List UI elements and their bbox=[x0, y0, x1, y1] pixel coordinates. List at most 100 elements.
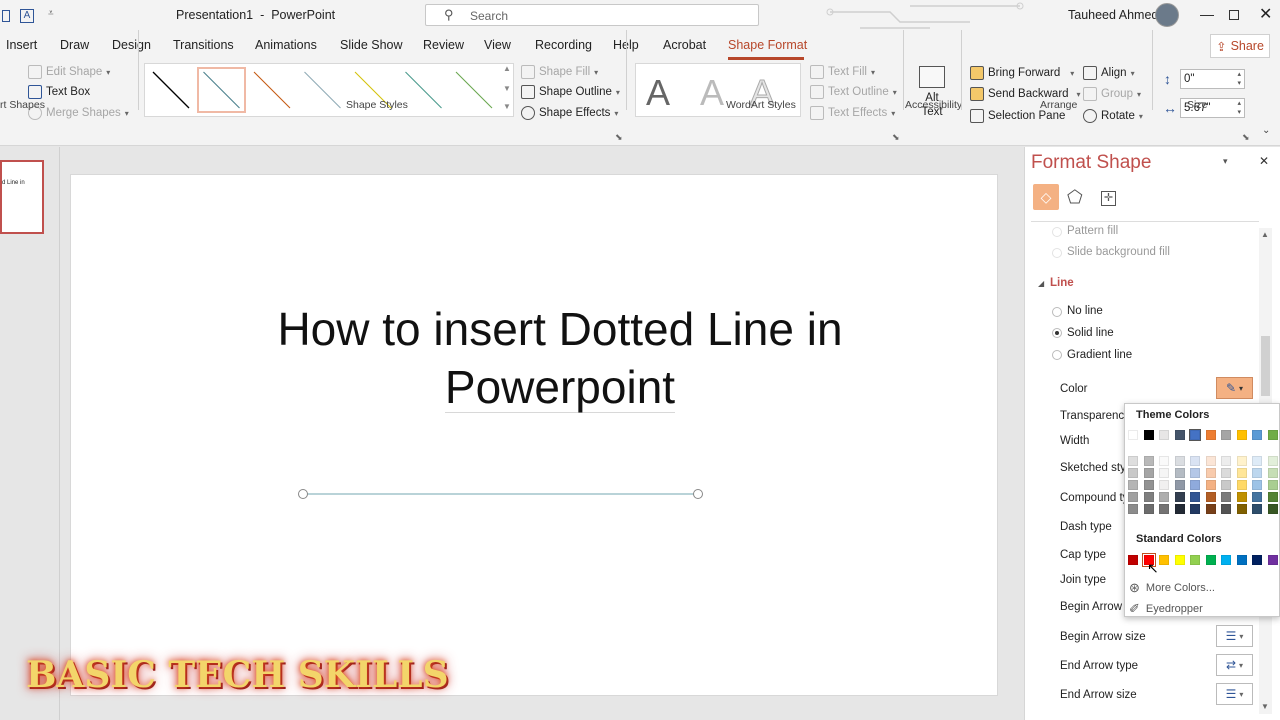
theme-color-swatch[interactable] bbox=[1159, 430, 1169, 440]
group-button[interactable]: Group ▾ bbox=[1083, 87, 1141, 101]
theme-color-swatch[interactable] bbox=[1159, 504, 1169, 514]
theme-color-swatch[interactable] bbox=[1252, 504, 1262, 514]
scroll-thumb[interactable] bbox=[1261, 336, 1270, 396]
line-start-handle[interactable] bbox=[298, 489, 308, 499]
tab-draw[interactable]: Draw bbox=[60, 38, 89, 52]
theme-color-swatch[interactable] bbox=[1205, 504, 1216, 514]
scroll-down-arrow[interactable]: ▼ bbox=[1261, 702, 1269, 711]
gallery-scroll-up[interactable]: ▲ bbox=[503, 64, 511, 73]
theme-color-swatch[interactable] bbox=[1128, 456, 1138, 466]
slide-background-fill-radio[interactable] bbox=[1052, 248, 1062, 258]
line-section-chevron-icon[interactable]: ◢ bbox=[1038, 279, 1044, 288]
theme-color-swatch[interactable] bbox=[1221, 456, 1231, 466]
theme-color-swatch[interactable] bbox=[1128, 468, 1138, 478]
collapse-ribbon-icon[interactable]: ⌄ bbox=[1262, 125, 1270, 136]
tab-insert[interactable]: Insert bbox=[6, 38, 37, 52]
selected-line-shape[interactable] bbox=[303, 493, 699, 495]
more-colors-item[interactable]: ⊛ More Colors... bbox=[1129, 580, 1215, 596]
theme-color-swatch[interactable] bbox=[1267, 480, 1278, 490]
wordart-style-2[interactable]: A bbox=[700, 72, 724, 114]
tab-slide-show[interactable]: Slide Show bbox=[340, 38, 403, 52]
standard-color-swatch[interactable] bbox=[1159, 555, 1169, 565]
layout-icon[interactable] bbox=[2, 10, 10, 22]
theme-color-swatch[interactable] bbox=[1267, 430, 1278, 440]
tab-transitions[interactable]: Transitions bbox=[173, 38, 234, 52]
theme-color-swatch[interactable] bbox=[1205, 456, 1216, 466]
edit-shape-button[interactable]: Edit Shape ▾ bbox=[28, 65, 110, 79]
avatar[interactable] bbox=[1155, 3, 1179, 27]
pane-close-icon[interactable]: ✕ bbox=[1259, 154, 1269, 168]
slide-canvas[interactable] bbox=[70, 174, 998, 696]
shape-effects-button[interactable]: Shape Effects ▾ bbox=[521, 106, 618, 120]
no-line-radio[interactable] bbox=[1052, 307, 1062, 317]
begin-arrow-size-dropdown[interactable]: ☰ ▾ bbox=[1216, 625, 1253, 647]
size-properties-tab-icon[interactable]: ✛ bbox=[1101, 191, 1116, 206]
theme-color-swatch[interactable] bbox=[1252, 480, 1262, 490]
shape-styles-launcher-icon[interactable]: ⬊ bbox=[615, 132, 623, 143]
theme-color-swatch[interactable] bbox=[1128, 430, 1138, 440]
theme-color-swatch[interactable] bbox=[1267, 456, 1278, 466]
tab-acrobat[interactable]: Acrobat bbox=[663, 38, 706, 52]
line-style-swatch[interactable] bbox=[405, 71, 442, 109]
tab-animations[interactable]: Animations bbox=[255, 38, 317, 52]
fill-line-tab-icon[interactable]: ◇ bbox=[1033, 184, 1059, 210]
standard-color-swatch[interactable] bbox=[1267, 555, 1278, 565]
tab-shape-format[interactable]: Shape Format bbox=[728, 38, 807, 52]
text-fill-button[interactable]: Text Fill ▾ bbox=[810, 65, 875, 79]
shape-height-input[interactable]: 0" ▴ ▾ bbox=[1180, 69, 1245, 89]
theme-color-swatch[interactable] bbox=[1174, 504, 1185, 514]
shape-fill-button[interactable]: Shape Fill ▾ bbox=[521, 65, 598, 79]
theme-color-swatch[interactable] bbox=[1236, 480, 1247, 490]
standard-color-swatch[interactable] bbox=[1252, 555, 1262, 565]
theme-color-swatch[interactable] bbox=[1190, 468, 1200, 478]
theme-color-swatch[interactable] bbox=[1143, 468, 1154, 478]
theme-color-swatch[interactable] bbox=[1205, 468, 1216, 478]
text-box-button[interactable]: Text Box bbox=[28, 85, 90, 99]
line-style-swatch[interactable] bbox=[253, 71, 291, 109]
minimize-icon[interactable]: — bbox=[1200, 6, 1214, 22]
theme-color-swatch[interactable] bbox=[1205, 480, 1216, 490]
wordart-launcher-icon[interactable]: ⬊ bbox=[892, 132, 900, 143]
theme-color-swatch[interactable] bbox=[1221, 492, 1231, 502]
theme-color-swatch[interactable] bbox=[1190, 480, 1200, 490]
gallery-scroll-down[interactable]: ▼ bbox=[503, 84, 511, 93]
theme-color-swatch[interactable] bbox=[1174, 430, 1185, 440]
theme-color-swatch[interactable] bbox=[1236, 492, 1247, 502]
theme-color-swatch[interactable] bbox=[1159, 468, 1169, 478]
solid-line-label[interactable]: Solid line bbox=[1067, 327, 1114, 339]
theme-color-swatch[interactable] bbox=[1174, 492, 1185, 502]
line-style-swatch[interactable] bbox=[455, 71, 493, 109]
slide-thumbnail[interactable]: d Line in bbox=[0, 160, 44, 234]
pane-options-icon[interactable]: ▾ bbox=[1223, 156, 1228, 167]
tab-recording[interactable]: Recording bbox=[535, 38, 592, 52]
search-box[interactable]: ⚲ Search bbox=[425, 4, 759, 26]
theme-color-swatch[interactable] bbox=[1190, 492, 1200, 502]
eyedropper-item[interactable]: ✐ Eyedropper bbox=[1129, 601, 1203, 617]
standard-color-swatch[interactable] bbox=[1190, 555, 1200, 565]
theme-color-swatch[interactable] bbox=[1221, 430, 1231, 440]
theme-color-swatch[interactable] bbox=[1159, 492, 1169, 502]
end-arrow-size-dropdown[interactable]: ☰ ▾ bbox=[1216, 683, 1253, 705]
theme-color-swatch[interactable] bbox=[1252, 456, 1262, 466]
text-outline-button[interactable]: Text Outline ▾ bbox=[810, 85, 897, 99]
theme-color-swatch[interactable] bbox=[1174, 480, 1185, 490]
theme-color-swatch[interactable] bbox=[1236, 430, 1247, 440]
shape-outline-button[interactable]: Shape Outline ▾ bbox=[521, 85, 620, 99]
wordart-style-1[interactable]: A bbox=[646, 72, 670, 114]
text-box-qat-icon[interactable]: A bbox=[20, 9, 34, 23]
theme-color-swatch[interactable] bbox=[1143, 430, 1154, 440]
line-style-swatch[interactable] bbox=[152, 71, 190, 109]
theme-color-swatch[interactable] bbox=[1189, 429, 1201, 441]
size-launcher-icon[interactable]: ⬊ bbox=[1242, 132, 1250, 143]
theme-color-swatch[interactable] bbox=[1267, 504, 1278, 514]
selection-pane-button[interactable]: Selection Pane bbox=[970, 109, 1065, 123]
user-name[interactable]: Tauheed Ahmed bbox=[1068, 8, 1158, 22]
theme-color-swatch[interactable] bbox=[1159, 456, 1169, 466]
close-icon[interactable]: ✕ bbox=[1259, 4, 1272, 24]
qat-dropdown-icon[interactable]: ⩡ bbox=[48, 8, 54, 19]
effects-tab-icon[interactable]: ⬠ bbox=[1067, 187, 1083, 208]
scroll-up-arrow[interactable]: ▲ bbox=[1261, 230, 1269, 239]
gallery-more[interactable]: ▼ bbox=[503, 102, 511, 111]
theme-color-swatch[interactable] bbox=[1221, 504, 1231, 514]
text-effects-button[interactable]: Text Effects ▾ bbox=[810, 106, 895, 120]
